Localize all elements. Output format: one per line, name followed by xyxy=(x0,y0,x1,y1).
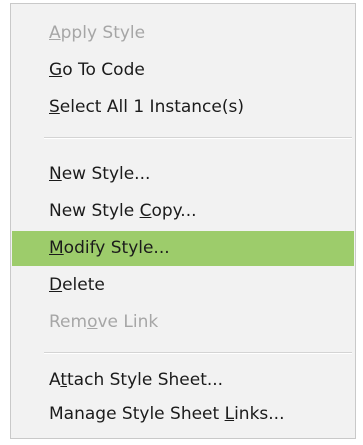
label-post: elect All 1 Instance(s) xyxy=(59,97,244,117)
access-key: S xyxy=(49,97,60,117)
menu-separator xyxy=(44,352,352,354)
label-post: elete xyxy=(62,275,105,295)
access-key: M xyxy=(49,238,64,258)
access-key: A xyxy=(49,23,61,43)
menu-item-new-style-copy[interactable]: New Style Copy... xyxy=(12,194,354,229)
label-post: odify Style... xyxy=(63,238,170,258)
menu-item-go-to-code[interactable]: Go To Code xyxy=(12,53,354,88)
menu-item-manage-style-sheet-links[interactable]: Manage Style Sheet Links... xyxy=(12,397,354,432)
label-pre: Manage Style Sheet xyxy=(49,404,225,424)
menu-item-remove-link[interactable]: Remove Link xyxy=(12,305,354,340)
label-post: opy... xyxy=(151,201,197,221)
label-post: o To Code xyxy=(62,60,145,80)
menu-item-apply-style[interactable]: Apply Style xyxy=(12,16,354,51)
menu-item-attach-style-sheet[interactable]: Attach Style Sheet... xyxy=(12,363,354,398)
label-post: inks... xyxy=(234,404,285,424)
label-post: tach Style Sheet... xyxy=(67,370,224,390)
menu-item-modify-style[interactable]: Modify Style... xyxy=(12,231,354,266)
menu-item-new-style[interactable]: New Style... xyxy=(12,157,354,192)
access-key: o xyxy=(87,312,98,332)
context-menu: Apply Style Go To Code Select All 1 Inst… xyxy=(10,3,356,439)
access-key: t xyxy=(60,370,68,390)
access-key: L xyxy=(224,404,235,424)
access-key: D xyxy=(49,275,63,295)
label-post: ve Link xyxy=(97,312,159,332)
label-post: pply Style xyxy=(60,23,146,43)
menu-item-delete[interactable]: Delete xyxy=(12,268,354,303)
label-pre: A xyxy=(49,370,61,390)
access-key: C xyxy=(139,201,152,221)
access-key: G xyxy=(49,60,63,80)
label-post: ew Style... xyxy=(61,164,151,184)
menu-item-select-all-instances[interactable]: Select All 1 Instance(s) xyxy=(12,90,354,125)
label-pre: Rem xyxy=(49,312,88,332)
label-pre: New Style xyxy=(49,201,140,221)
access-key: N xyxy=(49,164,62,184)
menu-separator xyxy=(44,137,352,139)
